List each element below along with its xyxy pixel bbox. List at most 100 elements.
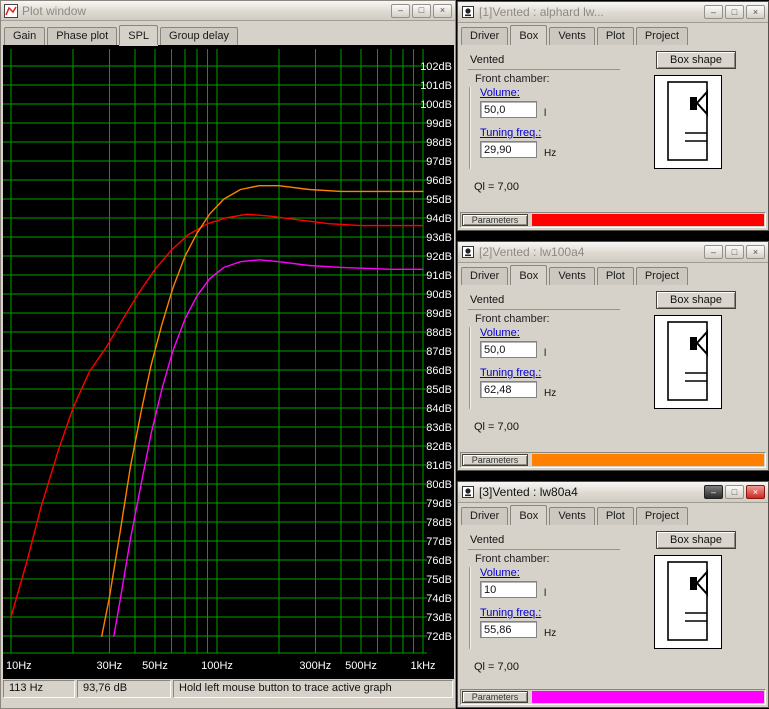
box-window-title: [1]Vented : alphard lw... xyxy=(479,5,604,19)
svg-text:500Hz: 500Hz xyxy=(345,660,377,672)
volume-label[interactable]: Volume: xyxy=(480,87,520,99)
parameters-row: Parameters xyxy=(460,689,766,705)
close-icon[interactable]: × xyxy=(746,485,765,499)
box-shape-button[interactable]: Box shape xyxy=(656,291,736,309)
maximize-icon[interactable]: □ xyxy=(725,485,744,499)
volume-input[interactable] xyxy=(480,101,537,118)
svg-text:76dB: 76dB xyxy=(426,555,452,567)
tab-spl[interactable]: SPL xyxy=(119,25,159,45)
ql-value: Ql = 7,00 xyxy=(474,421,519,433)
tuning-freq-label[interactable]: Tuning freq.: xyxy=(480,127,541,139)
svg-text:300Hz: 300Hz xyxy=(299,660,331,672)
box-shape-button[interactable]: Box shape xyxy=(656,531,736,549)
tab-driver[interactable]: Driver xyxy=(461,27,509,45)
tab-driver[interactable]: Driver xyxy=(461,267,509,285)
front-chamber-label: Front chamber: xyxy=(475,553,550,565)
parameters-button[interactable]: Parameters xyxy=(462,214,528,226)
parameter-color-bar[interactable] xyxy=(532,691,764,703)
front-chamber-group-border xyxy=(469,87,470,169)
svg-text:82dB: 82dB xyxy=(426,441,452,453)
tab-vents[interactable]: Vents xyxy=(549,27,595,45)
box-window-icon xyxy=(461,485,475,499)
svg-text:90dB: 90dB xyxy=(426,289,452,301)
tab-driver[interactable]: Driver xyxy=(461,507,509,525)
box-window-tabbar: Driver Box Vents Plot Project xyxy=(458,23,768,45)
tuning-freq-input[interactable] xyxy=(480,621,537,638)
box-type-select[interactable]: Vented xyxy=(468,533,620,550)
svg-text:10Hz: 10Hz xyxy=(6,660,32,672)
parameter-color-bar[interactable] xyxy=(532,214,764,226)
box-shape-preview xyxy=(654,75,722,169)
tuning-freq-input[interactable] xyxy=(480,381,537,398)
volume-label[interactable]: Volume: xyxy=(480,567,520,579)
parameter-color-bar[interactable] xyxy=(532,454,764,466)
tab-plot[interactable]: Plot xyxy=(596,267,634,285)
tuning-freq-label[interactable]: Tuning freq.: xyxy=(480,367,541,379)
tab-vents[interactable]: Vents xyxy=(549,507,595,525)
svg-text:89dB: 89dB xyxy=(426,308,452,320)
box-window-title: [2]Vented : lw100a4 xyxy=(479,245,585,259)
tab-box[interactable]: Box xyxy=(510,505,548,525)
svg-text:100Hz: 100Hz xyxy=(201,660,233,672)
front-chamber-label: Front chamber: xyxy=(475,73,550,85)
volume-input[interactable] xyxy=(480,341,537,358)
tab-box[interactable]: Box xyxy=(510,265,548,285)
driver-cone-icon xyxy=(695,569,708,597)
volume-unit-label: l xyxy=(544,348,547,359)
plot-window-icon xyxy=(4,3,18,18)
box-shape-button[interactable]: Box shape xyxy=(656,51,736,69)
close-icon[interactable]: × xyxy=(746,5,765,19)
plot-window-titlebar[interactable]: Plot window – □ × xyxy=(1,1,455,21)
parameters-row: Parameters xyxy=(460,212,766,228)
spl-plot: 102dB 101dB 100dB 99dB 98dB 97dB 96dB 95dB 94dB 9… xyxy=(3,45,454,679)
volume-label[interactable]: Volume: xyxy=(480,327,520,339)
box-tab-content: Vented Box shape Front chamber: Volume: … xyxy=(458,285,768,450)
tab-plot[interactable]: Plot xyxy=(596,507,634,525)
svg-text:101dB: 101dB xyxy=(420,80,452,92)
minimize-icon[interactable]: – xyxy=(391,3,410,18)
tab-vents[interactable]: Vents xyxy=(549,267,595,285)
tab-project[interactable]: Project xyxy=(635,267,689,285)
minimize-icon[interactable]: – xyxy=(704,245,723,259)
front-chamber-group-border xyxy=(469,327,470,409)
tab-box[interactable]: Box xyxy=(510,25,548,45)
box-shape-preview xyxy=(654,555,722,649)
box-window-titlebar[interactable]: [3]Vented : lw80a4 – □ × xyxy=(458,482,768,503)
volume-unit-label: l xyxy=(544,588,547,599)
box-window-titlebar[interactable]: [2]Vented : lw100a4 – □ × xyxy=(458,242,768,263)
maximize-icon[interactable]: □ xyxy=(725,5,744,19)
spl-plot-canvas[interactable]: 102dB 101dB 100dB 99dB 98dB 97dB 96dB 95dB 94dB 9… xyxy=(3,45,454,679)
close-icon[interactable]: × xyxy=(746,245,765,259)
box-window-titlebar[interactable]: [1]Vented : alphard lw... – □ × xyxy=(458,2,768,23)
volume-input[interactable] xyxy=(480,581,537,598)
box-type-select[interactable]: Vented xyxy=(468,293,620,310)
tab-phase-plot[interactable]: Phase plot xyxy=(47,27,118,45)
minimize-icon[interactable]: – xyxy=(704,485,723,499)
box-window-tabbar: Driver Box Vents Plot Project xyxy=(458,503,768,525)
svg-text:50Hz: 50Hz xyxy=(142,660,168,672)
front-chamber-group-border xyxy=(469,567,470,649)
tab-project[interactable]: Project xyxy=(635,507,689,525)
tab-gain[interactable]: Gain xyxy=(4,27,46,45)
maximize-icon[interactable]: □ xyxy=(412,3,431,18)
box-type-select[interactable]: Vented xyxy=(468,53,620,70)
box-window-icon xyxy=(461,245,475,259)
close-icon[interactable]: × xyxy=(433,3,452,18)
minimize-icon[interactable]: – xyxy=(704,5,723,19)
svg-text:94dB: 94dB xyxy=(426,213,452,225)
status-cursor-frequency: 113 Hz xyxy=(3,680,75,698)
svg-text:78dB: 78dB xyxy=(426,517,452,529)
tab-plot[interactable]: Plot xyxy=(596,27,634,45)
plot-window: Plot window – □ × Gain Phase plot SPL Gr… xyxy=(0,0,456,709)
tab-group-delay[interactable]: Group delay xyxy=(160,27,238,45)
parameters-button[interactable]: Parameters xyxy=(462,691,528,703)
maximize-icon[interactable]: □ xyxy=(725,245,744,259)
svg-text:30Hz: 30Hz xyxy=(96,660,122,672)
svg-text:87dB: 87dB xyxy=(426,346,452,358)
parameters-button[interactable]: Parameters xyxy=(462,454,528,466)
svg-text:73dB: 73dB xyxy=(426,612,452,624)
svg-text:100dB: 100dB xyxy=(420,99,452,111)
tuning-freq-label[interactable]: Tuning freq.: xyxy=(480,607,541,619)
tab-project[interactable]: Project xyxy=(635,27,689,45)
tuning-freq-input[interactable] xyxy=(480,141,537,158)
